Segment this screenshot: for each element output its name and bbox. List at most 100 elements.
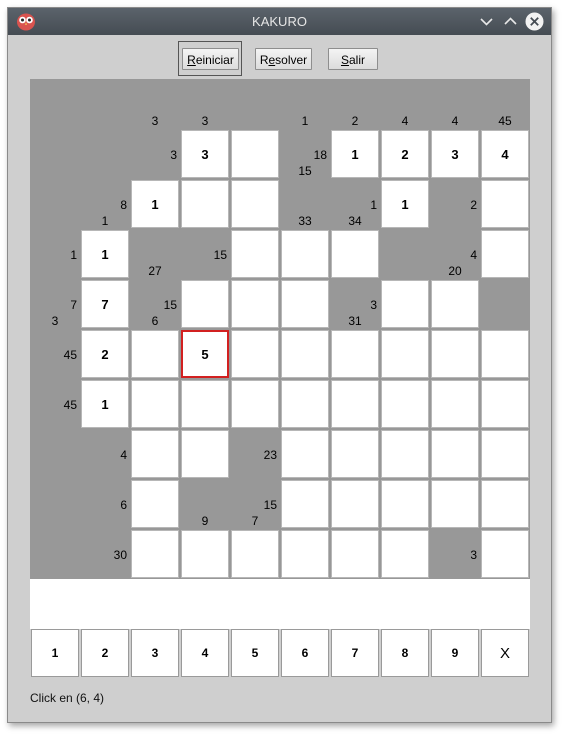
down-clue: 27 xyxy=(148,264,162,278)
board-cell[interactable] xyxy=(481,230,529,278)
maximize-icon[interactable] xyxy=(501,12,520,31)
across-clue: 15 xyxy=(213,248,227,262)
board-cell[interactable]: 2 xyxy=(81,330,129,378)
board-cell[interactable] xyxy=(481,530,529,578)
board-cell[interactable] xyxy=(381,280,429,328)
board-cell[interactable] xyxy=(381,430,429,478)
board-cell[interactable] xyxy=(281,480,329,528)
number-button[interactable]: 8 xyxy=(381,629,429,677)
across-clue: 30 xyxy=(113,548,127,562)
board-cell[interactable] xyxy=(431,380,479,428)
number-button[interactable]: 6 xyxy=(281,629,329,677)
board-cell[interactable] xyxy=(381,380,429,428)
board-cell[interactable] xyxy=(431,330,479,378)
board-cell[interactable]: 5 xyxy=(181,330,229,378)
board-cell[interactable] xyxy=(281,530,329,578)
number-button[interactable]: 7 xyxy=(331,629,379,677)
number-button[interactable]: 4 xyxy=(181,629,229,677)
board-cell[interactable] xyxy=(181,530,229,578)
board-cell[interactable] xyxy=(431,480,479,528)
salir-mnemonic: S xyxy=(340,53,349,67)
board-cell[interactable] xyxy=(481,330,529,378)
number-button[interactable]: 1 xyxy=(31,629,79,677)
board-cell[interactable] xyxy=(131,530,179,578)
board-cell[interactable] xyxy=(331,380,379,428)
board-cell[interactable]: 1 xyxy=(81,230,129,278)
board-cell[interactable] xyxy=(181,180,229,228)
board-cell[interactable] xyxy=(131,480,179,528)
board-cell[interactable] xyxy=(331,230,379,278)
board-cell[interactable] xyxy=(481,180,529,228)
down-clue: 2 xyxy=(351,114,359,128)
board-cell[interactable] xyxy=(231,180,279,228)
board-cell[interactable] xyxy=(431,280,479,328)
board-cell[interactable] xyxy=(481,430,529,478)
across-clue: 4 xyxy=(120,448,127,462)
board-cell[interactable] xyxy=(131,330,179,378)
board-cell[interactable] xyxy=(231,530,279,578)
board-cell[interactable]: 7 xyxy=(81,280,129,328)
board-cell[interactable] xyxy=(231,330,279,378)
board-cell[interactable] xyxy=(231,130,279,178)
board-cell[interactable] xyxy=(181,380,229,428)
number-button[interactable]: 2 xyxy=(81,629,129,677)
board-cell[interactable]: 1 xyxy=(381,180,429,228)
across-clue: 15 xyxy=(263,498,277,512)
kakuro-window: KAKURO Reiniciar Resolver Salir 3 3 1 2 4 4 45… xyxy=(7,7,552,723)
board-cell[interactable] xyxy=(481,480,529,528)
down-clue: 4 xyxy=(401,114,409,128)
number-button[interactable]: 3 xyxy=(131,629,179,677)
board-cell[interactable]: 3 xyxy=(431,130,479,178)
board-cell[interactable] xyxy=(331,330,379,378)
down-clue: 9 xyxy=(201,514,209,528)
board-cell[interactable] xyxy=(181,280,229,328)
down-clue: 33 xyxy=(298,214,312,228)
board-cell[interactable] xyxy=(231,380,279,428)
board-cell[interactable] xyxy=(131,380,179,428)
down-clue: 3 xyxy=(151,114,159,128)
board-cell[interactable] xyxy=(381,530,429,578)
board-cell[interactable] xyxy=(481,380,529,428)
board-cell[interactable]: 3 xyxy=(181,130,229,178)
board-cell[interactable] xyxy=(331,430,379,478)
title-bar[interactable]: KAKURO xyxy=(8,8,551,35)
across-clue: 18 xyxy=(313,148,327,162)
clear-cell-button[interactable]: X xyxy=(481,629,529,677)
board-cell[interactable] xyxy=(281,280,329,328)
board-cell[interactable] xyxy=(181,430,229,478)
board-cell[interactable]: 1 xyxy=(331,130,379,178)
board-cell[interactable] xyxy=(231,230,279,278)
number-button[interactable]: 9 xyxy=(431,629,479,677)
board-cell[interactable] xyxy=(281,430,329,478)
down-clue: 20 xyxy=(448,264,462,278)
board-cell[interactable] xyxy=(131,430,179,478)
board-cell[interactable] xyxy=(231,280,279,328)
board-cell[interactable] xyxy=(281,230,329,278)
across-clue: 15 xyxy=(163,298,177,312)
reiniciar-button[interactable]: Reiniciar xyxy=(182,48,239,70)
down-clue: 15 xyxy=(298,164,312,178)
down-clue: 1 xyxy=(101,214,109,228)
down-clue: 34 xyxy=(348,214,362,228)
board-cell[interactable]: 4 xyxy=(481,130,529,178)
board-cell[interactable] xyxy=(431,430,479,478)
board-cell[interactable]: 1 xyxy=(81,380,129,428)
minimize-icon[interactable] xyxy=(477,12,496,31)
resolver-button[interactable]: Resolver xyxy=(255,48,312,70)
down-clue: 31 xyxy=(348,314,362,328)
board-cell[interactable] xyxy=(331,480,379,528)
board-cell[interactable]: 1 xyxy=(131,180,179,228)
number-pad: 123456789X xyxy=(30,629,530,679)
board-cell[interactable] xyxy=(381,330,429,378)
number-button[interactable]: 5 xyxy=(231,629,279,677)
board-cell[interactable]: 2 xyxy=(381,130,429,178)
board-cell[interactable] xyxy=(281,330,329,378)
salir-button[interactable]: Salir xyxy=(328,48,378,70)
across-clue: 3 xyxy=(370,298,377,312)
down-clue: 45 xyxy=(498,114,512,128)
across-clue: 4 xyxy=(470,248,477,262)
board-cell[interactable] xyxy=(331,530,379,578)
board-cell[interactable] xyxy=(381,480,429,528)
close-icon[interactable] xyxy=(525,12,544,31)
board-cell[interactable] xyxy=(281,380,329,428)
